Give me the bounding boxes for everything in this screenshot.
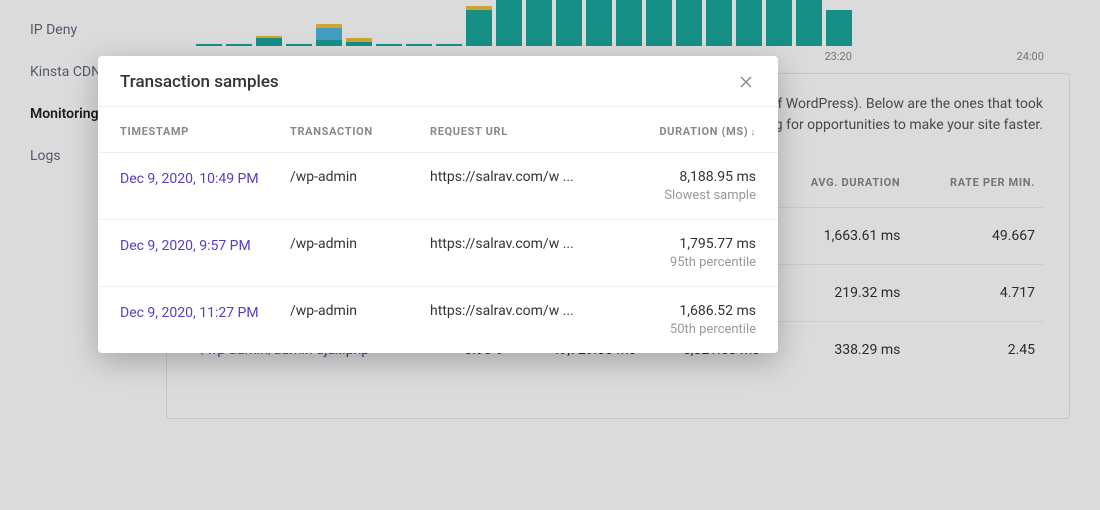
duration-cell: 1,795.77 ms95th percentile	[616, 236, 756, 270]
timestamp-link[interactable]: Dec 9, 2020, 11:27 PM	[120, 305, 259, 321]
request-url: https://salrav.com/w ...	[430, 303, 616, 319]
timestamp-link[interactable]: Dec 9, 2020, 9:57 PM	[120, 238, 251, 254]
request-url: https://salrav.com/w ...	[430, 169, 616, 185]
col-timestamp[interactable]: TIMESTAMP	[120, 125, 290, 138]
sample-row: Dec 9, 2020, 10:49 PM/wp-adminhttps://sa…	[98, 153, 778, 220]
sort-descending-icon: ↓	[750, 127, 756, 138]
transaction-name: /wp-admin	[290, 169, 430, 185]
sample-row: Dec 9, 2020, 11:27 PM/wp-adminhttps://sa…	[98, 287, 778, 353]
sample-row: Dec 9, 2020, 9:57 PM/wp-adminhttps://sal…	[98, 220, 778, 287]
transaction-name: /wp-admin	[290, 236, 430, 252]
col-transaction[interactable]: TRANSACTION	[290, 125, 430, 138]
duration-cell: 1,686.52 ms50th percentile	[616, 303, 756, 337]
timestamp-link[interactable]: Dec 9, 2020, 10:49 PM	[120, 171, 259, 187]
transaction-name: /wp-admin	[290, 303, 430, 319]
close-icon[interactable]	[736, 72, 756, 92]
col-duration[interactable]: DURATION (MS)↓	[616, 125, 756, 138]
request-url: https://salrav.com/w ...	[430, 236, 616, 252]
duration-cell: 8,188.95 msSlowest sample	[616, 169, 756, 203]
transaction-samples-modal: Transaction samples TIMESTAMP TRANSACTIO…	[98, 56, 778, 353]
modal-title: Transaction samples	[120, 72, 279, 92]
col-request-url[interactable]: REQUEST URL	[430, 125, 616, 138]
